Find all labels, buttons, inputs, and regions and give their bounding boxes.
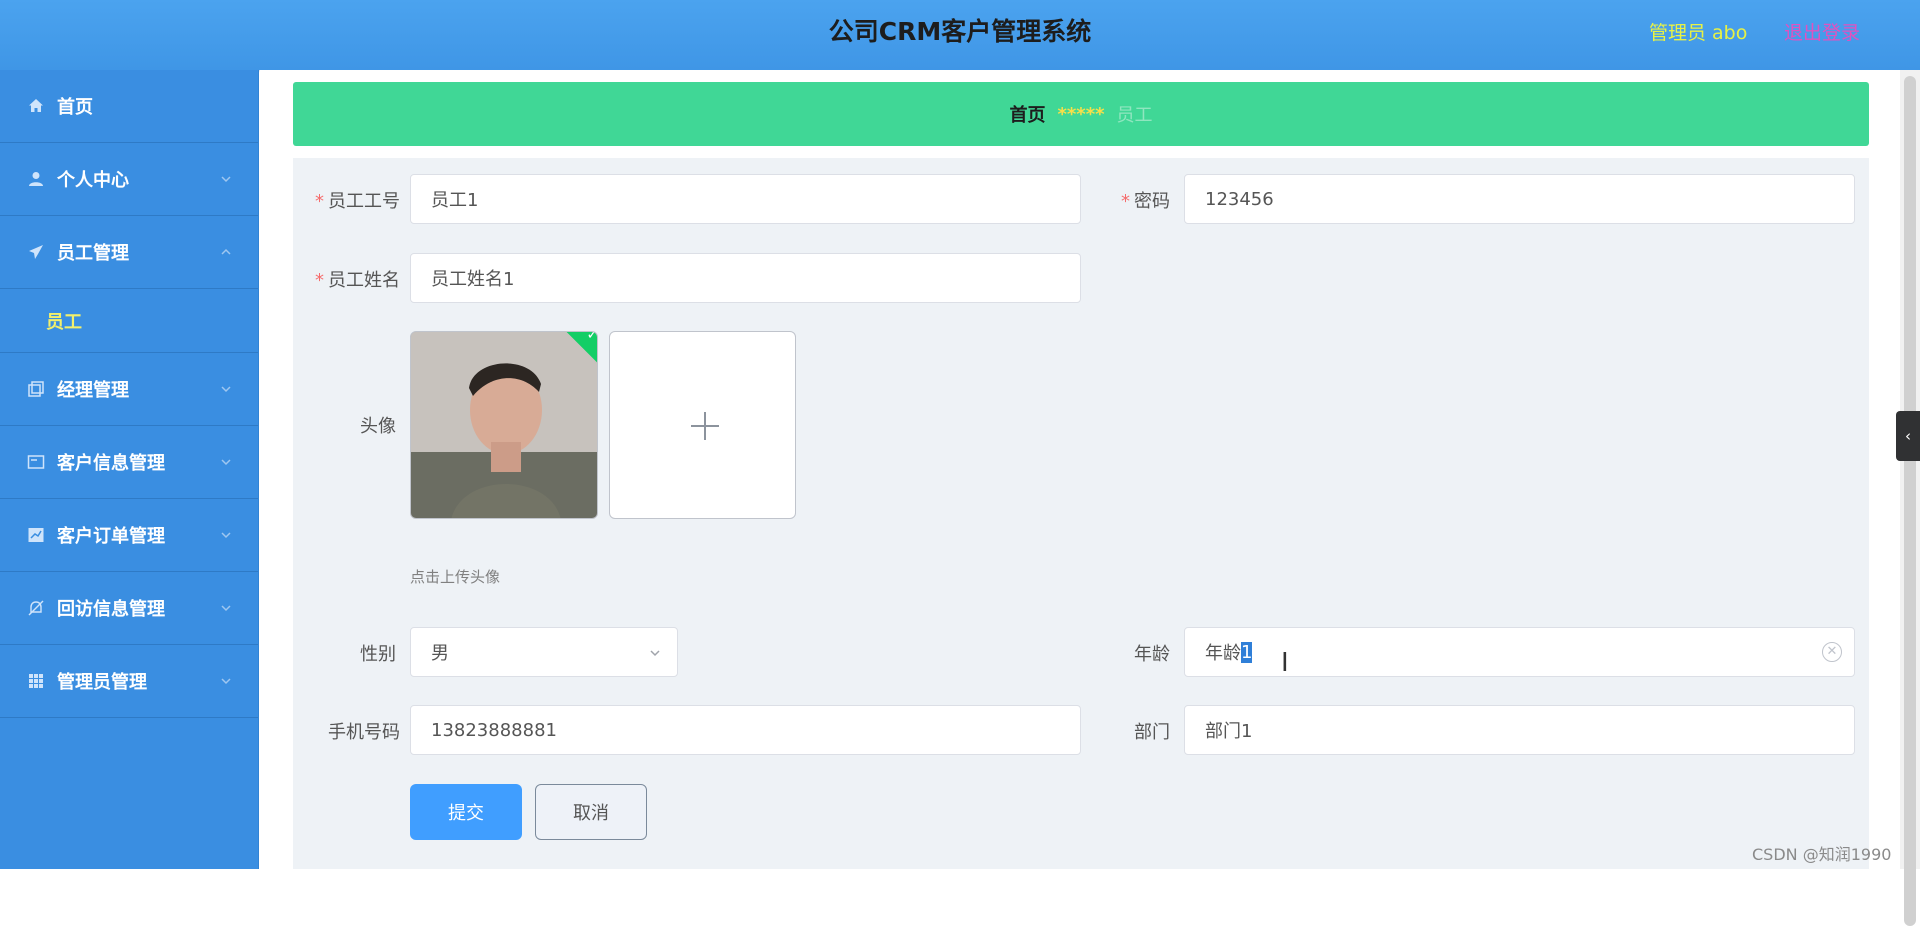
chevron-down-icon [221,386,231,393]
clear-icon[interactable]: ✕ [1822,642,1842,662]
cancel-button[interactable]: 取消 [535,784,647,840]
watermark: CSDN @知润1990 [1752,845,1892,864]
text-cursor-icon: I [1281,648,1289,678]
emp-name-label: * 员工姓名 [315,270,400,291]
chevron-up-icon [221,248,231,255]
dept-value: 部门1 [1205,721,1253,742]
required-mark: * [315,270,324,291]
breadcrumb-home[interactable]: 首页 [1009,101,1045,127]
phone-value: 13823888881 [431,719,557,741]
sidebar-item-followups[interactable]: 回访信息管理 [0,572,258,645]
card-icon [27,453,45,471]
sidebar-item-label: 首页 [57,97,93,118]
required-mark: * [1121,191,1130,212]
sidebar-item-label: 个人中心 [57,170,129,191]
paper-plane-icon [27,243,45,261]
app-title: 公司CRM客户管理系统 [828,17,1092,46]
sidebar-item-label: 客户订单管理 [57,526,165,547]
breadcrumb-current: 员工 [1116,105,1153,126]
sidebar-item-label: 管理员管理 [57,672,147,693]
check-icon: ✓ [586,331,598,344]
avatar-thumbnail[interactable]: ✓ [410,331,598,519]
chart-icon [27,526,45,544]
scrollbar[interactable] [1900,70,1920,926]
sidebar-item-label: 回访信息管理 [57,599,165,620]
dept-label: 部门 [1134,722,1170,743]
age-value: 年龄 [1205,643,1241,664]
gender-select[interactable]: 男 [410,627,678,677]
age-selected-text: 1 [1241,641,1253,663]
sidebar-item-label: 客户信息管理 [57,453,165,474]
sidebar-item-admins[interactable]: 管理员管理 [0,645,258,718]
sidebar-item-managers[interactable]: 经理管理 [0,353,258,426]
user-icon [27,170,45,188]
breadcrumb-separator: ***** [1057,103,1105,125]
chevron-down-icon [221,459,231,466]
top-header: 公司CRM客户管理系统 管理员 abo 退出登录 [0,0,1920,70]
sidebar-item-personal[interactable]: 个人中心 [0,143,258,216]
chevron-down-icon [221,176,231,183]
sidebar-subitem-employee[interactable]: 员工 [0,289,258,353]
password-input[interactable]: 123456 [1184,174,1855,224]
scrollbar-thumb[interactable] [1904,76,1916,926]
grid-icon [27,672,45,690]
phone-input[interactable]: 13823888881 [410,705,1081,755]
sidebar: 首页 个人中心 员工管理 员工 经理管理 客户信息管理 客户订单管理 回访信息管… [0,70,259,869]
emp-no-label: * 员工工号 [315,191,400,212]
emp-name-input[interactable]: 员工姓名1 [410,253,1081,303]
chevron-down-icon [221,532,231,539]
chevron-down-icon [221,678,231,685]
gender-value: 男 [431,643,449,664]
bell-off-icon [27,599,45,617]
sidebar-item-home[interactable]: 首页 [0,70,258,143]
emp-name-value: 员工姓名1 [431,269,515,290]
avatar-hint: 点击上传头像 [410,568,501,586]
sidebar-item-customer-orders[interactable]: 客户订单管理 [0,499,258,572]
sidebar-item-employees[interactable]: 员工管理 [0,216,258,289]
logout-link[interactable]: 退出登录 [1784,18,1860,45]
submit-button[interactable]: 提交 [410,784,522,840]
gender-label: 性别 [360,644,396,665]
emp-no-value: 员工1 [431,190,479,211]
sidebar-subitem-label: 员工 [46,311,82,333]
sidebar-item-customer-info[interactable]: 客户信息管理 [0,426,258,499]
password-value: 123456 [1205,188,1274,210]
emp-no-input[interactable]: 员工1 [410,174,1081,224]
avatar-label: 头像 [360,416,396,437]
home-icon [27,97,45,115]
dept-input[interactable]: 部门1 [1184,705,1855,755]
current-user: 管理员 abo [1649,22,1748,44]
required-mark: * [315,191,324,212]
copy-icon [27,380,45,398]
phone-label: 手机号码 [328,722,400,743]
chevron-down-icon [221,605,231,612]
sidebar-item-label: 员工管理 [57,243,129,264]
chevron-down-icon [650,650,660,657]
avatar-upload-button[interactable] [609,331,796,519]
sidebar-item-label: 经理管理 [57,380,129,401]
collapse-tab-chevron-left-icon[interactable]: ‹ [1896,411,1920,461]
avatar-photo [411,332,597,518]
breadcrumb: 首页 ***** 员工 [293,82,1869,146]
password-label: * 密码 [1121,191,1170,212]
age-label: 年龄 [1134,644,1170,665]
